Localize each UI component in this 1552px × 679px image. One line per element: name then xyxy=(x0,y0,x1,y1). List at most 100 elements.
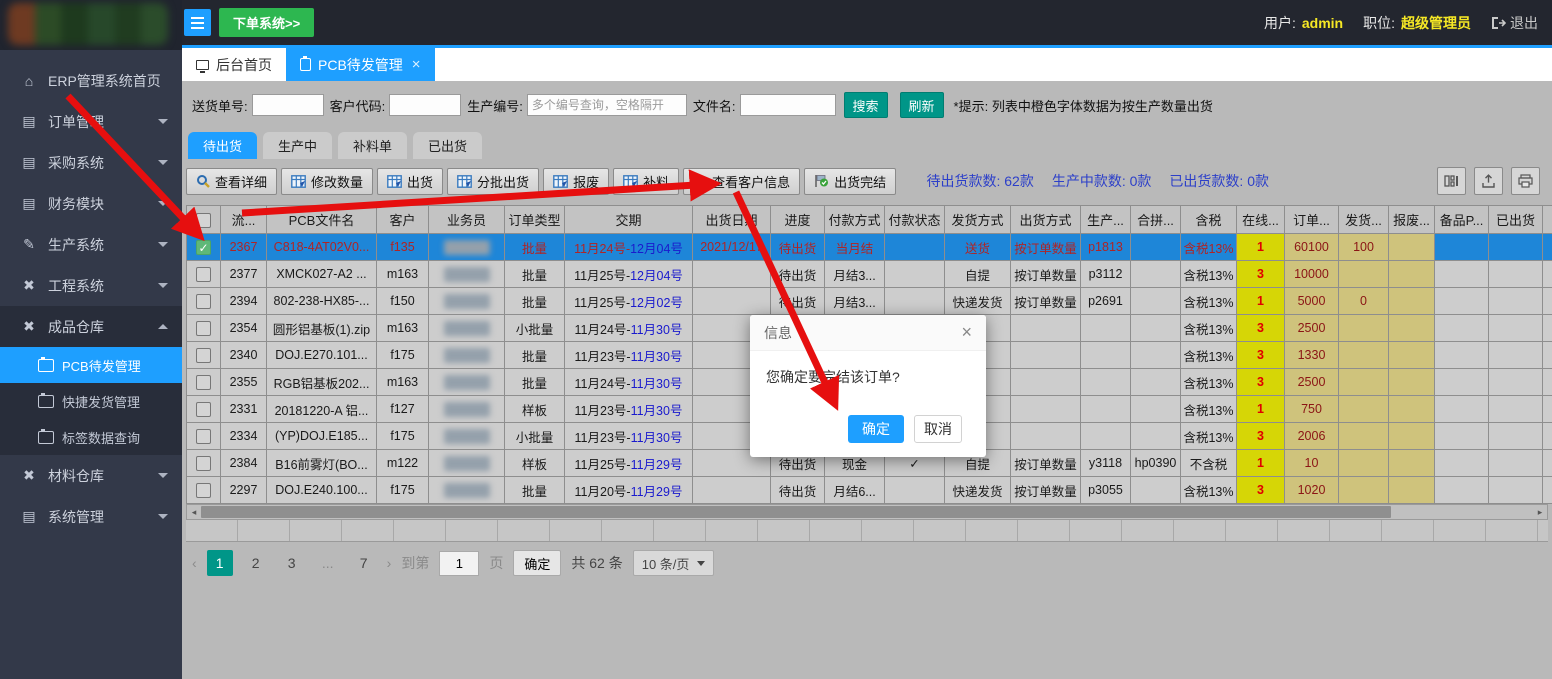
sidebar-item-11[interactable]: ▤系统管理 xyxy=(0,496,182,537)
status-tab-1[interactable]: 生产中 xyxy=(263,132,332,159)
row-checkbox[interactable] xyxy=(196,375,211,390)
sidebar-subitem-7[interactable]: PCB待发管理 xyxy=(0,347,182,383)
toolbar-button-0[interactable]: 查看详细 xyxy=(186,168,277,195)
per-page-select[interactable]: 10 条/页 xyxy=(633,550,715,576)
sidebar-subitem-8[interactable]: 快捷发货管理 xyxy=(0,383,182,419)
toolbar-button-4[interactable]: 报废 xyxy=(543,168,609,195)
status-tab-2[interactable]: 补料单 xyxy=(338,132,407,159)
toolbar-button-1[interactable]: 修改数量 xyxy=(281,168,373,195)
salesperson-blurred xyxy=(444,375,490,390)
doc-icon: ▤ xyxy=(20,508,38,525)
chevron-down-icon xyxy=(697,561,705,566)
toolbar-button-5[interactable]: 补料 xyxy=(613,168,679,195)
toolbar-button-6[interactable]: 查看客户信息 xyxy=(683,168,800,195)
row-checkbox[interactable] xyxy=(196,267,211,282)
clipboard-icon xyxy=(38,431,54,444)
search-button[interactable]: 搜索 xyxy=(844,92,888,118)
table-row[interactable]: 2394802-238-HX85-...f150批量11月25号-12月02号待… xyxy=(187,288,1552,315)
row-checkbox[interactable] xyxy=(196,402,211,417)
table-row[interactable]: ✓2367C818-4AT02V0...f135批量11月24号-12月04号2… xyxy=(187,234,1552,261)
row-checkbox[interactable] xyxy=(196,483,211,498)
sidebar-item-3[interactable]: ▤财务模块 xyxy=(0,183,182,224)
tab-0[interactable]: 后台首页 xyxy=(182,48,286,81)
logout-button[interactable]: 退出 xyxy=(1491,13,1538,33)
export-icon[interactable] xyxy=(1474,167,1503,195)
page-7[interactable]: 7 xyxy=(351,550,377,576)
sidebar-item-1[interactable]: ▤订单管理 xyxy=(0,101,182,142)
total-count-label: 共 62 条 xyxy=(571,553,622,573)
page-1[interactable]: 1 xyxy=(207,550,233,576)
scroll-left-icon[interactable]: ◂ xyxy=(188,506,200,518)
chevron-down-icon xyxy=(158,473,168,478)
role-label: 职位: xyxy=(1363,13,1395,33)
next-page-icon[interactable]: › xyxy=(387,555,392,571)
sidebar-item-4[interactable]: ✎生产系统 xyxy=(0,224,182,265)
tab-close-icon[interactable]: × xyxy=(412,56,421,73)
status-tab-3[interactable]: 已出货 xyxy=(413,132,482,159)
row-checkbox[interactable]: ✓ xyxy=(196,240,211,255)
columns-icon[interactable] xyxy=(1437,167,1466,195)
jump-label: 到第 xyxy=(401,553,429,573)
search-input-0[interactable] xyxy=(252,94,324,116)
sidebar-item-2[interactable]: ▤采购系统 xyxy=(0,142,182,183)
prev-page-icon[interactable]: ‹ xyxy=(192,555,197,571)
user-value: admin xyxy=(1302,15,1343,31)
sidebar-item-5[interactable]: ✖工程系统 xyxy=(0,265,182,306)
doc-icon: ▤ xyxy=(20,195,38,212)
sidebar-item-6[interactable]: ✖成品仓库 xyxy=(0,306,182,347)
search-input-2[interactable] xyxy=(527,94,687,116)
table-row[interactable]: 2377XMCK027-A2 ...m163批量11月25号-12月04号待出货… xyxy=(187,261,1552,288)
jump-page-input[interactable] xyxy=(439,551,479,576)
jump-confirm-button[interactable]: 确定 xyxy=(513,550,561,576)
horizontal-scrollbar[interactable]: ◂ ▸ xyxy=(186,504,1548,520)
confirm-button[interactable]: 确定 xyxy=(848,415,904,443)
toolbar-button-2[interactable]: 出货 xyxy=(377,168,443,195)
row-checkbox[interactable] xyxy=(196,294,211,309)
grid-icon xyxy=(291,175,306,188)
col-header: 已出货 xyxy=(1489,206,1543,234)
search-input-3[interactable] xyxy=(740,94,836,116)
salesperson-blurred xyxy=(444,321,490,336)
page-3[interactable]: 3 xyxy=(279,550,305,576)
status-tab-0[interactable]: 待出货 xyxy=(188,132,257,159)
search-field-label-2: 生产编号: xyxy=(467,96,523,115)
close-icon[interactable]: × xyxy=(961,322,972,343)
menu-toggle-icon[interactable] xyxy=(184,9,211,36)
cancel-button[interactable]: 取消 xyxy=(914,415,962,443)
clipboard-icon xyxy=(300,58,311,71)
grid-icon xyxy=(457,175,472,188)
table-footer-strip xyxy=(186,520,1548,542)
refresh-button[interactable]: 刷新 xyxy=(900,92,944,118)
row-checkbox[interactable] xyxy=(196,429,211,444)
mag-icon xyxy=(196,174,210,188)
salesperson-blurred xyxy=(444,402,490,417)
col-header: 交期 xyxy=(565,206,693,234)
row-checkbox[interactable] xyxy=(196,456,211,471)
col-header: 生产... xyxy=(1081,206,1131,234)
sidebar-subitem-9[interactable]: 标签数据查询 xyxy=(0,419,182,455)
logo-blurred xyxy=(8,3,168,45)
row-checkbox[interactable] xyxy=(196,321,211,336)
sidebar-item-10[interactable]: ✖材料仓库 xyxy=(0,455,182,496)
toolbar-button-7[interactable]: 出货完结 xyxy=(804,168,896,195)
print-icon[interactable] xyxy=(1511,167,1540,195)
page-2[interactable]: 2 xyxy=(243,550,269,576)
page-ellipsis: ... xyxy=(315,550,341,576)
grid-icon xyxy=(623,175,638,188)
tab-1[interactable]: PCB待发管理× xyxy=(286,48,435,81)
header-checkbox[interactable] xyxy=(196,213,211,228)
scroll-right-icon[interactable]: ▸ xyxy=(1534,506,1546,518)
row-checkbox[interactable] xyxy=(196,348,211,363)
order-system-button[interactable]: 下单系统>> xyxy=(219,8,314,37)
scrollbar-thumb[interactable] xyxy=(201,506,1391,518)
pencil-icon: ✎ xyxy=(20,236,38,253)
chevron-down-icon xyxy=(158,201,168,206)
table-row[interactable]: 2297DOJ.E240.100...f175批量11月20号-11月29号待出… xyxy=(187,477,1552,504)
chevron-down-icon xyxy=(158,242,168,247)
search-input-1[interactable] xyxy=(389,94,461,116)
toolbar-button-3[interactable]: 分批出货 xyxy=(447,168,539,195)
sidebar-item-0[interactable]: ⌂ERP管理系统首页 xyxy=(0,60,182,101)
salesperson-blurred xyxy=(444,348,490,363)
orange-font-tip: *提示: 列表中橙色字体数据为按生产数量出货 xyxy=(954,96,1213,115)
role-value: 超级管理员 xyxy=(1401,13,1471,33)
